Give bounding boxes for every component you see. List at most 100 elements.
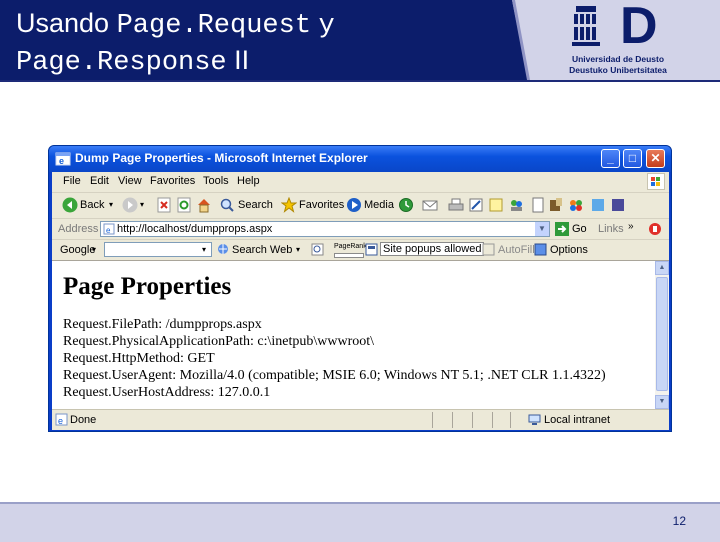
minimize-button[interactable]: _ — [601, 149, 620, 168]
mail-icon[interactable] — [422, 197, 438, 213]
research-icon[interactable] — [548, 197, 564, 213]
page-icon: e — [103, 223, 115, 235]
menu-file[interactable]: File — [63, 175, 81, 187]
property-line: Request.UserHostAddress: 127.0.0.1 — [63, 385, 271, 400]
slide-footer — [0, 502, 720, 542]
favorites-star-icon[interactable] — [281, 197, 297, 213]
options-button[interactable]: Options — [550, 244, 588, 256]
history-icon[interactable] — [398, 197, 414, 213]
links-chevron-icon[interactable]: » — [628, 221, 634, 232]
header-divider — [0, 80, 720, 82]
scroll-thumb[interactable] — [656, 277, 668, 391]
google-search-site-icon[interactable] — [311, 243, 324, 256]
svg-text:e: e — [59, 156, 64, 166]
refresh-icon[interactable] — [176, 197, 192, 213]
home-icon[interactable] — [196, 197, 212, 213]
browser-window: e Dump Page Properties - Microsoft Inter… — [48, 145, 672, 432]
stop-icon[interactable] — [156, 197, 172, 213]
browser-titlebar[interactable]: e Dump Page Properties - Microsoft Inter… — [49, 146, 671, 172]
status-bar: e Done Local intranet — [52, 409, 669, 430]
pagerank-bar — [334, 253, 364, 258]
menu-bar: File Edit View Favorites Tools Help — [52, 172, 669, 193]
logo-university-name-basque: Deustuko Unibertsitatea — [569, 65, 667, 75]
address-bar: Address e http://localhost/dumpprops.asp… — [52, 219, 669, 240]
property-line: Request.FilePath: /dumpprops.aspx — [63, 317, 262, 332]
address-label: Address — [58, 223, 99, 235]
maximize-button[interactable]: □ — [623, 149, 642, 168]
page-done-icon: e — [55, 413, 68, 426]
go-arrow-icon[interactable] — [555, 222, 569, 236]
title-code-request: Page.Request — [116, 11, 312, 41]
search-icon[interactable] — [219, 197, 235, 213]
favorites-button-label[interactable]: Favorites — [299, 199, 344, 211]
address-url[interactable]: http://localhost/dumpprops.aspx — [117, 223, 272, 235]
search-button-label[interactable]: Search — [238, 199, 273, 211]
property-line: Request.UserAgent: Mozilla/4.0 (compatib… — [63, 368, 606, 383]
svg-text:e: e — [106, 226, 111, 235]
status-divider — [452, 412, 453, 428]
search-web-button[interactable]: Search Web — [232, 244, 292, 256]
back-button-label[interactable]: Back — [80, 199, 104, 211]
autofill-icon — [482, 243, 495, 256]
title-suffix: II — [234, 45, 250, 75]
page-heading: Page Properties — [63, 273, 232, 300]
title-code-response: Page.Response — [16, 48, 227, 78]
notes-icon[interactable] — [488, 197, 504, 213]
msn-butterfly-icon[interactable] — [568, 197, 584, 213]
vertical-scrollbar[interactable]: ▲ ▼ — [655, 261, 669, 409]
pagerank-indicator[interactable]: PageRank — [334, 243, 367, 250]
svg-text:e: e — [58, 416, 63, 426]
search-web-icon[interactable] — [217, 243, 230, 256]
edit-icon[interactable] — [468, 197, 484, 213]
menu-edit[interactable]: Edit — [90, 175, 109, 187]
menu-tools[interactable]: Tools — [203, 175, 229, 187]
google-dropdown-icon[interactable]: ▾ — [92, 245, 96, 254]
standard-toolbar: Back ▾ ▾ Search Favorites Media — [52, 193, 669, 219]
status-divider — [472, 412, 473, 428]
autofill-button[interactable]: AutoFill — [498, 244, 535, 256]
discuss-icon[interactable] — [530, 197, 546, 213]
browser-window-title: Dump Page Properties - Microsoft Interne… — [75, 151, 368, 165]
logo-letter: D — [620, 0, 658, 55]
links-button[interactable]: Links — [598, 223, 624, 235]
logo-university-name: Universidad de Deusto — [571, 54, 665, 64]
internet-explorer-icon: e — [55, 152, 71, 166]
address-dropdown-icon[interactable]: ▼ — [535, 222, 549, 236]
scroll-up-icon[interactable]: ▲ — [655, 261, 669, 275]
options-icon — [534, 243, 547, 256]
google-input-dropdown-icon[interactable]: ▾ — [202, 245, 206, 254]
close-button[interactable]: ✕ — [646, 149, 665, 168]
forward-arrow-icon[interactable] — [122, 197, 138, 213]
toolbar-extra-icon[interactable] — [610, 197, 626, 213]
page-content: Page Properties Request.FilePath: /dumpp… — [52, 261, 655, 409]
intranet-zone-icon — [528, 414, 541, 425]
toolbar-widget-icon[interactable] — [648, 222, 662, 236]
forward-dropdown-icon[interactable]: ▾ — [140, 200, 144, 209]
slide-title: Usando Page.Request y Page.Response II — [16, 6, 335, 80]
google-toolbar: Google ▾ ▾ Search Web ▾ PageRank Site po… — [52, 240, 669, 261]
media-icon[interactable] — [346, 197, 362, 213]
menu-view[interactable]: View — [118, 175, 142, 187]
search-web-dropdown-icon[interactable]: ▾ — [296, 245, 300, 254]
address-input[interactable]: e http://localhost/dumpprops.aspx ▼ — [100, 221, 550, 237]
scroll-down-icon[interactable]: ▼ — [655, 395, 669, 409]
print-icon[interactable] — [448, 197, 464, 213]
go-button[interactable]: Go — [572, 223, 587, 235]
property-line: Request.PhysicalApplicationPath: c:\inet… — [63, 334, 375, 349]
messenger-icon[interactable] — [508, 197, 524, 213]
browser-body: File Edit View Favorites Tools Help Back… — [52, 172, 669, 430]
back-arrow-icon[interactable] — [62, 197, 78, 213]
google-search-input[interactable] — [104, 242, 212, 257]
menu-favorites[interactable]: Favorites — [150, 175, 195, 187]
status-divider — [492, 412, 493, 428]
plugin-icon[interactable] — [590, 197, 606, 213]
menu-help[interactable]: Help — [237, 175, 260, 187]
windows-flag-icon — [647, 173, 665, 190]
popup-blocker-icon — [365, 243, 378, 256]
popup-blocker-button[interactable]: Site popups allowed — [380, 242, 485, 256]
back-dropdown-icon[interactable]: ▾ — [109, 200, 113, 209]
slide-number: 12 — [672, 514, 686, 528]
status-divider — [510, 412, 511, 428]
google-brand[interactable]: Google — [60, 244, 95, 256]
media-button-label[interactable]: Media — [364, 199, 394, 211]
